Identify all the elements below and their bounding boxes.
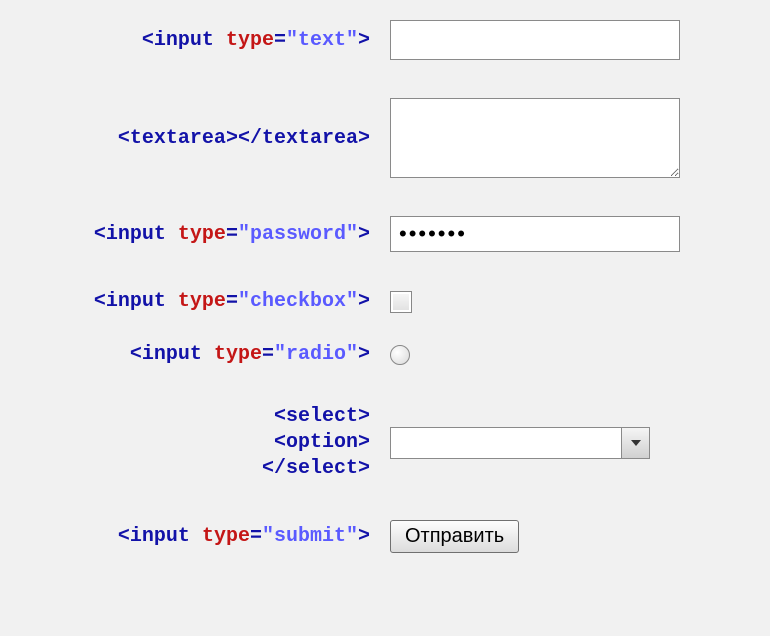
row-select: <select> <option> </select> xyxy=(20,404,750,482)
label-submit: <input type="submit"> xyxy=(20,525,390,548)
select-value xyxy=(391,428,621,458)
row-submit: <input type="submit"> Отправить xyxy=(20,520,750,553)
textarea-input[interactable] xyxy=(390,98,680,178)
label-password: <input type="password"> xyxy=(20,223,390,246)
password-input[interactable] xyxy=(390,216,680,252)
radio-input[interactable] xyxy=(390,345,410,365)
text-input[interactable] xyxy=(390,20,680,60)
submit-button[interactable]: Отправить xyxy=(390,520,519,553)
label-radio: <input type="radio"> xyxy=(20,343,390,366)
row-textarea: <textarea></textarea> xyxy=(20,98,750,178)
chevron-down-icon xyxy=(621,428,649,458)
checkbox-input[interactable] xyxy=(390,291,412,313)
row-password: <input type="password"> xyxy=(20,216,750,252)
row-radio: <input type="radio"> xyxy=(20,343,750,366)
select-input[interactable] xyxy=(390,427,650,459)
row-input-text: <input type="text"> xyxy=(20,20,750,60)
row-checkbox: <input type="checkbox"> xyxy=(20,290,750,313)
label-textarea: <textarea></textarea> xyxy=(20,127,390,150)
label-input-text: <input type="text"> xyxy=(20,29,390,52)
label-select: <select> <option> </select> xyxy=(20,404,390,482)
label-checkbox: <input type="checkbox"> xyxy=(20,290,390,313)
